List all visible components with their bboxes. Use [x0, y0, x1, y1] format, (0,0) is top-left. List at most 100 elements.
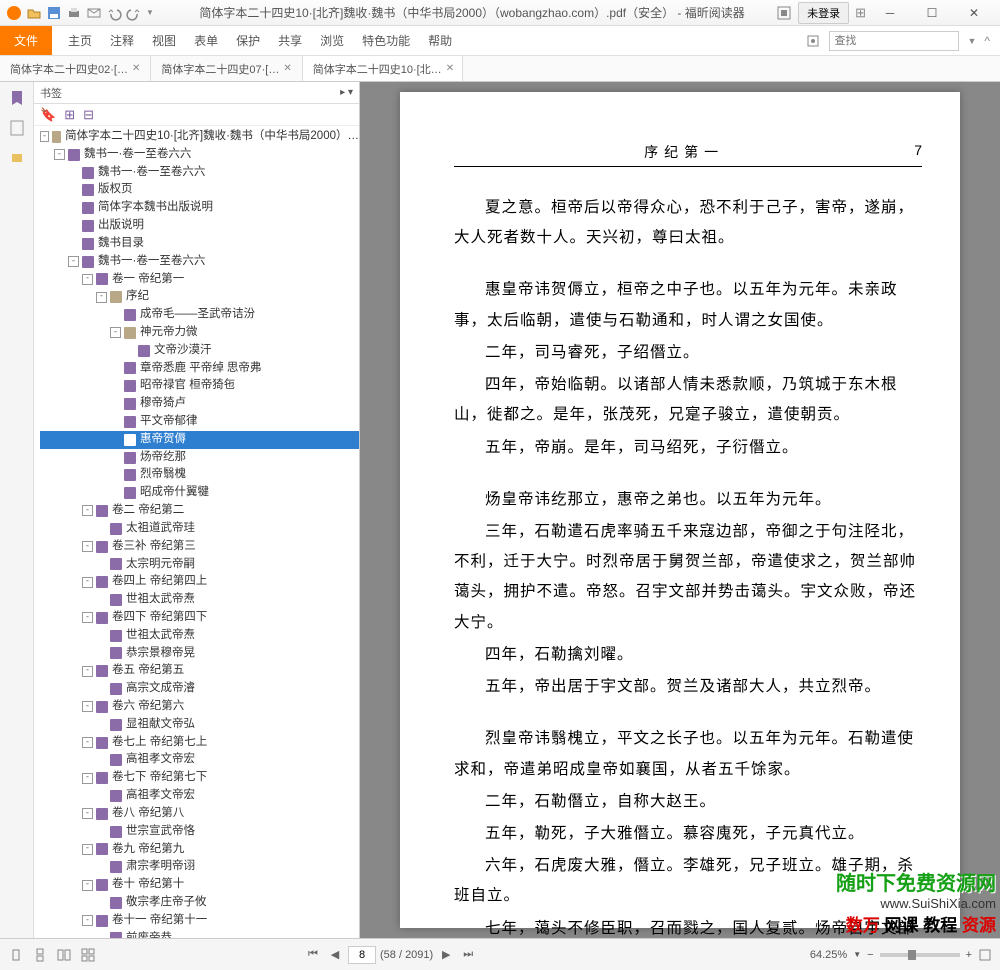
view-facing-icon[interactable] — [56, 947, 72, 963]
toggle-icon[interactable]: - — [82, 737, 93, 748]
toggle-icon[interactable]: - — [82, 844, 93, 855]
tree-node[interactable]: -神元帝力微 — [40, 324, 359, 342]
menu-item[interactable]: 视图 — [152, 32, 176, 49]
zoom-out-button[interactable]: − — [867, 949, 873, 961]
panel-menu-icon[interactable]: ▸ ▾ — [340, 87, 353, 98]
tree-node[interactable]: -卷四下 帝纪第四下 — [40, 609, 359, 627]
toggle-icon[interactable]: - — [82, 666, 93, 677]
toggle-icon[interactable]: - — [82, 915, 93, 926]
toggle-icon[interactable]: - — [82, 773, 93, 784]
toggle-icon[interactable]: - — [96, 292, 107, 303]
toggle-icon[interactable]: - — [54, 149, 65, 160]
tree-node[interactable]: 高祖孝文帝宏 — [40, 751, 359, 769]
tree-node[interactable]: 昭帝禄官 桓帝猗㐌 — [40, 377, 359, 395]
next-page-button[interactable]: ▶ — [437, 946, 455, 964]
grid-icon[interactable]: ⊞ — [855, 5, 866, 21]
file-menu[interactable]: 文件 — [0, 26, 52, 55]
tree-node[interactable]: 前废帝恭 — [40, 930, 359, 938]
tree-node[interactable]: -卷十 帝纪第十 — [40, 876, 359, 894]
doc-tab[interactable]: 简体字本二十四史10·[北…✕ — [303, 56, 463, 81]
tree-node[interactable]: -序纪 — [40, 288, 359, 306]
tree-node[interactable]: -卷七上 帝纪第七上 — [40, 734, 359, 752]
attach-tab-icon[interactable] — [7, 148, 27, 168]
tree-node[interactable]: 敬宗孝庄帝子攸 — [40, 894, 359, 912]
open-icon[interactable] — [26, 5, 42, 21]
add-bookmark-icon[interactable]: 🔖 — [40, 107, 56, 123]
expand-all-icon[interactable]: ⊞ — [64, 107, 75, 123]
login-button[interactable]: 未登录 — [798, 2, 849, 24]
toggle-icon[interactable]: - — [82, 274, 93, 285]
print-icon[interactable] — [66, 5, 82, 21]
menu-item[interactable]: 保护 — [236, 32, 260, 49]
close-tab-icon[interactable]: ✕ — [283, 63, 291, 74]
search-input[interactable] — [829, 31, 959, 51]
tree-node[interactable]: -卷七下 帝纪第七下 — [40, 769, 359, 787]
tree-node[interactable]: -卷九 帝纪第九 — [40, 841, 359, 859]
tree-node[interactable]: 穆帝猗卢 — [40, 395, 359, 413]
tree-node[interactable]: 世祖太武帝焘 — [40, 591, 359, 609]
zoom-slider[interactable] — [880, 953, 960, 957]
close-tab-icon[interactable]: ✕ — [132, 63, 140, 74]
tree-node[interactable]: 炀帝纥那 — [40, 449, 359, 467]
tree-node[interactable]: -卷三补 帝纪第三 — [40, 538, 359, 556]
last-page-button[interactable]: ⏭ — [459, 946, 477, 964]
chevron-down-icon[interactable]: ▼ — [967, 36, 976, 46]
tree-node[interactable]: 烈帝翳槐 — [40, 466, 359, 484]
save-icon[interactable] — [46, 5, 62, 21]
tree-node[interactable]: 高祖孝文帝宏 — [40, 787, 359, 805]
tree-node[interactable]: 恭宗景穆帝晃 — [40, 645, 359, 663]
tree-node[interactable]: 太祖道武帝珪 — [40, 520, 359, 538]
undo-icon[interactable] — [106, 5, 122, 21]
tree-node[interactable]: 版权页 — [40, 181, 359, 199]
tree-node[interactable]: 平文帝郁律 — [40, 413, 359, 431]
maximize-button[interactable]: ☐ — [914, 2, 950, 24]
menu-item[interactable]: 主页 — [68, 32, 92, 49]
view-single-icon[interactable] — [8, 947, 24, 963]
tree-node[interactable]: 出版说明 — [40, 217, 359, 235]
tree-node[interactable]: -卷十一 帝纪第十一 — [40, 912, 359, 930]
collapse-ribbon-icon[interactable]: ^ — [984, 34, 990, 48]
tree-node[interactable]: -魏书一·卷一至卷六六 — [40, 253, 359, 271]
tree-node[interactable]: 世宗宣武帝恪 — [40, 823, 359, 841]
pages-tab-icon[interactable] — [7, 118, 27, 138]
tree-node[interactable]: 章帝悉鹿 平帝绰 思帝弗 — [40, 360, 359, 378]
view-cont-icon[interactable] — [32, 947, 48, 963]
viewer[interactable]: 序纪第一 7 夏之意。桓帝后以帝得众心，恐不利于己子，害帝，遂崩，大人死者数十人… — [360, 82, 1000, 938]
toggle-icon[interactable]: - — [82, 612, 93, 623]
doc-tab[interactable]: 简体字本二十四史07·[…✕ — [151, 56, 302, 81]
tree-node[interactable]: 成帝毛——圣武帝诘汾 — [40, 306, 359, 324]
toggle-icon[interactable]: - — [82, 880, 93, 891]
toggle-icon[interactable]: - — [82, 505, 93, 516]
tree-node[interactable]: -卷八 帝纪第八 — [40, 805, 359, 823]
tree-node[interactable]: 太宗明元帝嗣 — [40, 556, 359, 574]
menu-item[interactable]: 特色功能 — [362, 32, 410, 49]
tree-node[interactable]: -简体字本二十四史10·[北齐]魏收·魏书（中华书局2000）… — [40, 128, 359, 146]
tree-node[interactable]: 世祖太武帝焘 — [40, 627, 359, 645]
page-input[interactable] — [348, 946, 376, 964]
tree-node[interactable]: 魏书目录 — [40, 235, 359, 253]
tree-node[interactable]: 肃宗孝明帝诩 — [40, 858, 359, 876]
minimize-button[interactable]: ─ — [872, 2, 908, 24]
prev-page-button[interactable]: ◀ — [326, 946, 344, 964]
mail-icon[interactable] — [86, 5, 102, 21]
tree-node[interactable]: 惠帝贺傉 — [40, 431, 359, 449]
first-page-button[interactable]: ⏮ — [304, 946, 322, 964]
toggle-icon[interactable]: - — [110, 327, 121, 338]
redo-icon[interactable] — [126, 5, 142, 21]
toggle-icon[interactable]: - — [82, 577, 93, 588]
fit-icon[interactable] — [978, 948, 992, 962]
tree-node[interactable]: 魏书一·卷一至卷六六 — [40, 164, 359, 182]
menu-item[interactable]: 共享 — [278, 32, 302, 49]
close-button[interactable]: ✕ — [956, 2, 992, 24]
tree-node[interactable]: -卷四上 帝纪第四上 — [40, 573, 359, 591]
tree-node[interactable]: -卷一 帝纪第一 — [40, 271, 359, 289]
zoom-in-button[interactable]: + — [966, 949, 972, 961]
dropdown-icon[interactable]: ▼ — [146, 5, 162, 21]
bookmark-tab-icon[interactable] — [7, 88, 27, 108]
tree-node[interactable]: 显祖献文帝弘 — [40, 716, 359, 734]
menu-item[interactable]: 表单 — [194, 32, 218, 49]
menu-item[interactable]: 注释 — [110, 32, 134, 49]
tree-node[interactable]: -卷二 帝纪第二 — [40, 502, 359, 520]
tree-node[interactable]: 文帝沙漠汗 — [40, 342, 359, 360]
collapse-all-icon[interactable]: ⊟ — [83, 107, 94, 123]
